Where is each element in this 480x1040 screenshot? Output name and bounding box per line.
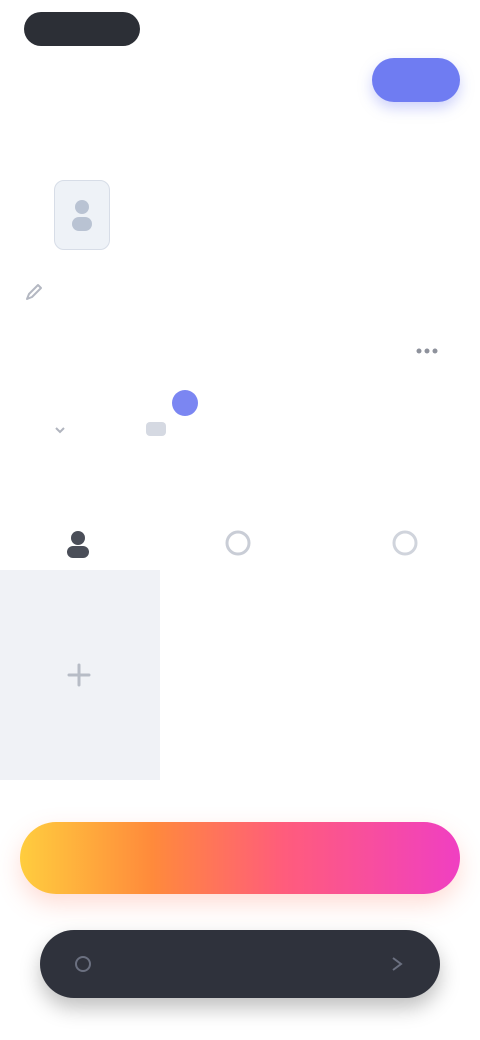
- page-subtitle: [28, 60, 138, 84]
- user-name-pill[interactable]: [24, 12, 140, 46]
- content-tab-third[interactable]: [385, 523, 425, 563]
- header: [0, 0, 480, 120]
- avatar[interactable]: [54, 180, 110, 250]
- stat-item[interactable]: [372, 200, 458, 246]
- chevron-icon: [55, 427, 65, 434]
- edit-profile-button[interactable]: [22, 280, 46, 304]
- app-screen: [0, 0, 480, 1040]
- left-icon: [68, 949, 98, 979]
- filter-button[interactable]: [46, 416, 74, 444]
- notification-badge: [172, 390, 198, 416]
- bottom-action-bar[interactable]: [40, 930, 440, 998]
- stat-item[interactable]: [265, 200, 351, 246]
- user-icon: [67, 531, 89, 558]
- add-content-tile[interactable]: [0, 570, 160, 780]
- more-icon: [416, 348, 438, 354]
- right-icon: [382, 949, 412, 979]
- pencil-icon: [26, 284, 42, 300]
- tab-bar: [40, 330, 460, 372]
- plus-icon: [67, 663, 91, 687]
- chat-icon: [146, 422, 166, 436]
- gradient-cta-button[interactable]: [20, 822, 460, 894]
- section-caption: [46, 478, 86, 496]
- content-type-row: [0, 515, 480, 575]
- tab-more-button[interactable]: [412, 348, 442, 354]
- message-button[interactable]: [142, 416, 170, 444]
- stat-item[interactable]: [158, 200, 244, 246]
- profile-label: [164, 158, 234, 180]
- status-text: [310, 72, 350, 88]
- primary-action-button[interactable]: [372, 58, 460, 102]
- top-right-label: [350, 18, 442, 42]
- circle-icon: [225, 530, 251, 556]
- profile-stats: [158, 200, 458, 246]
- person-icon: [72, 200, 92, 231]
- add-button[interactable]: [58, 654, 100, 696]
- content-tab-posts[interactable]: [58, 523, 98, 563]
- circle-icon: [392, 530, 418, 556]
- content-tab-second[interactable]: [218, 523, 258, 563]
- filter-row: [40, 390, 240, 460]
